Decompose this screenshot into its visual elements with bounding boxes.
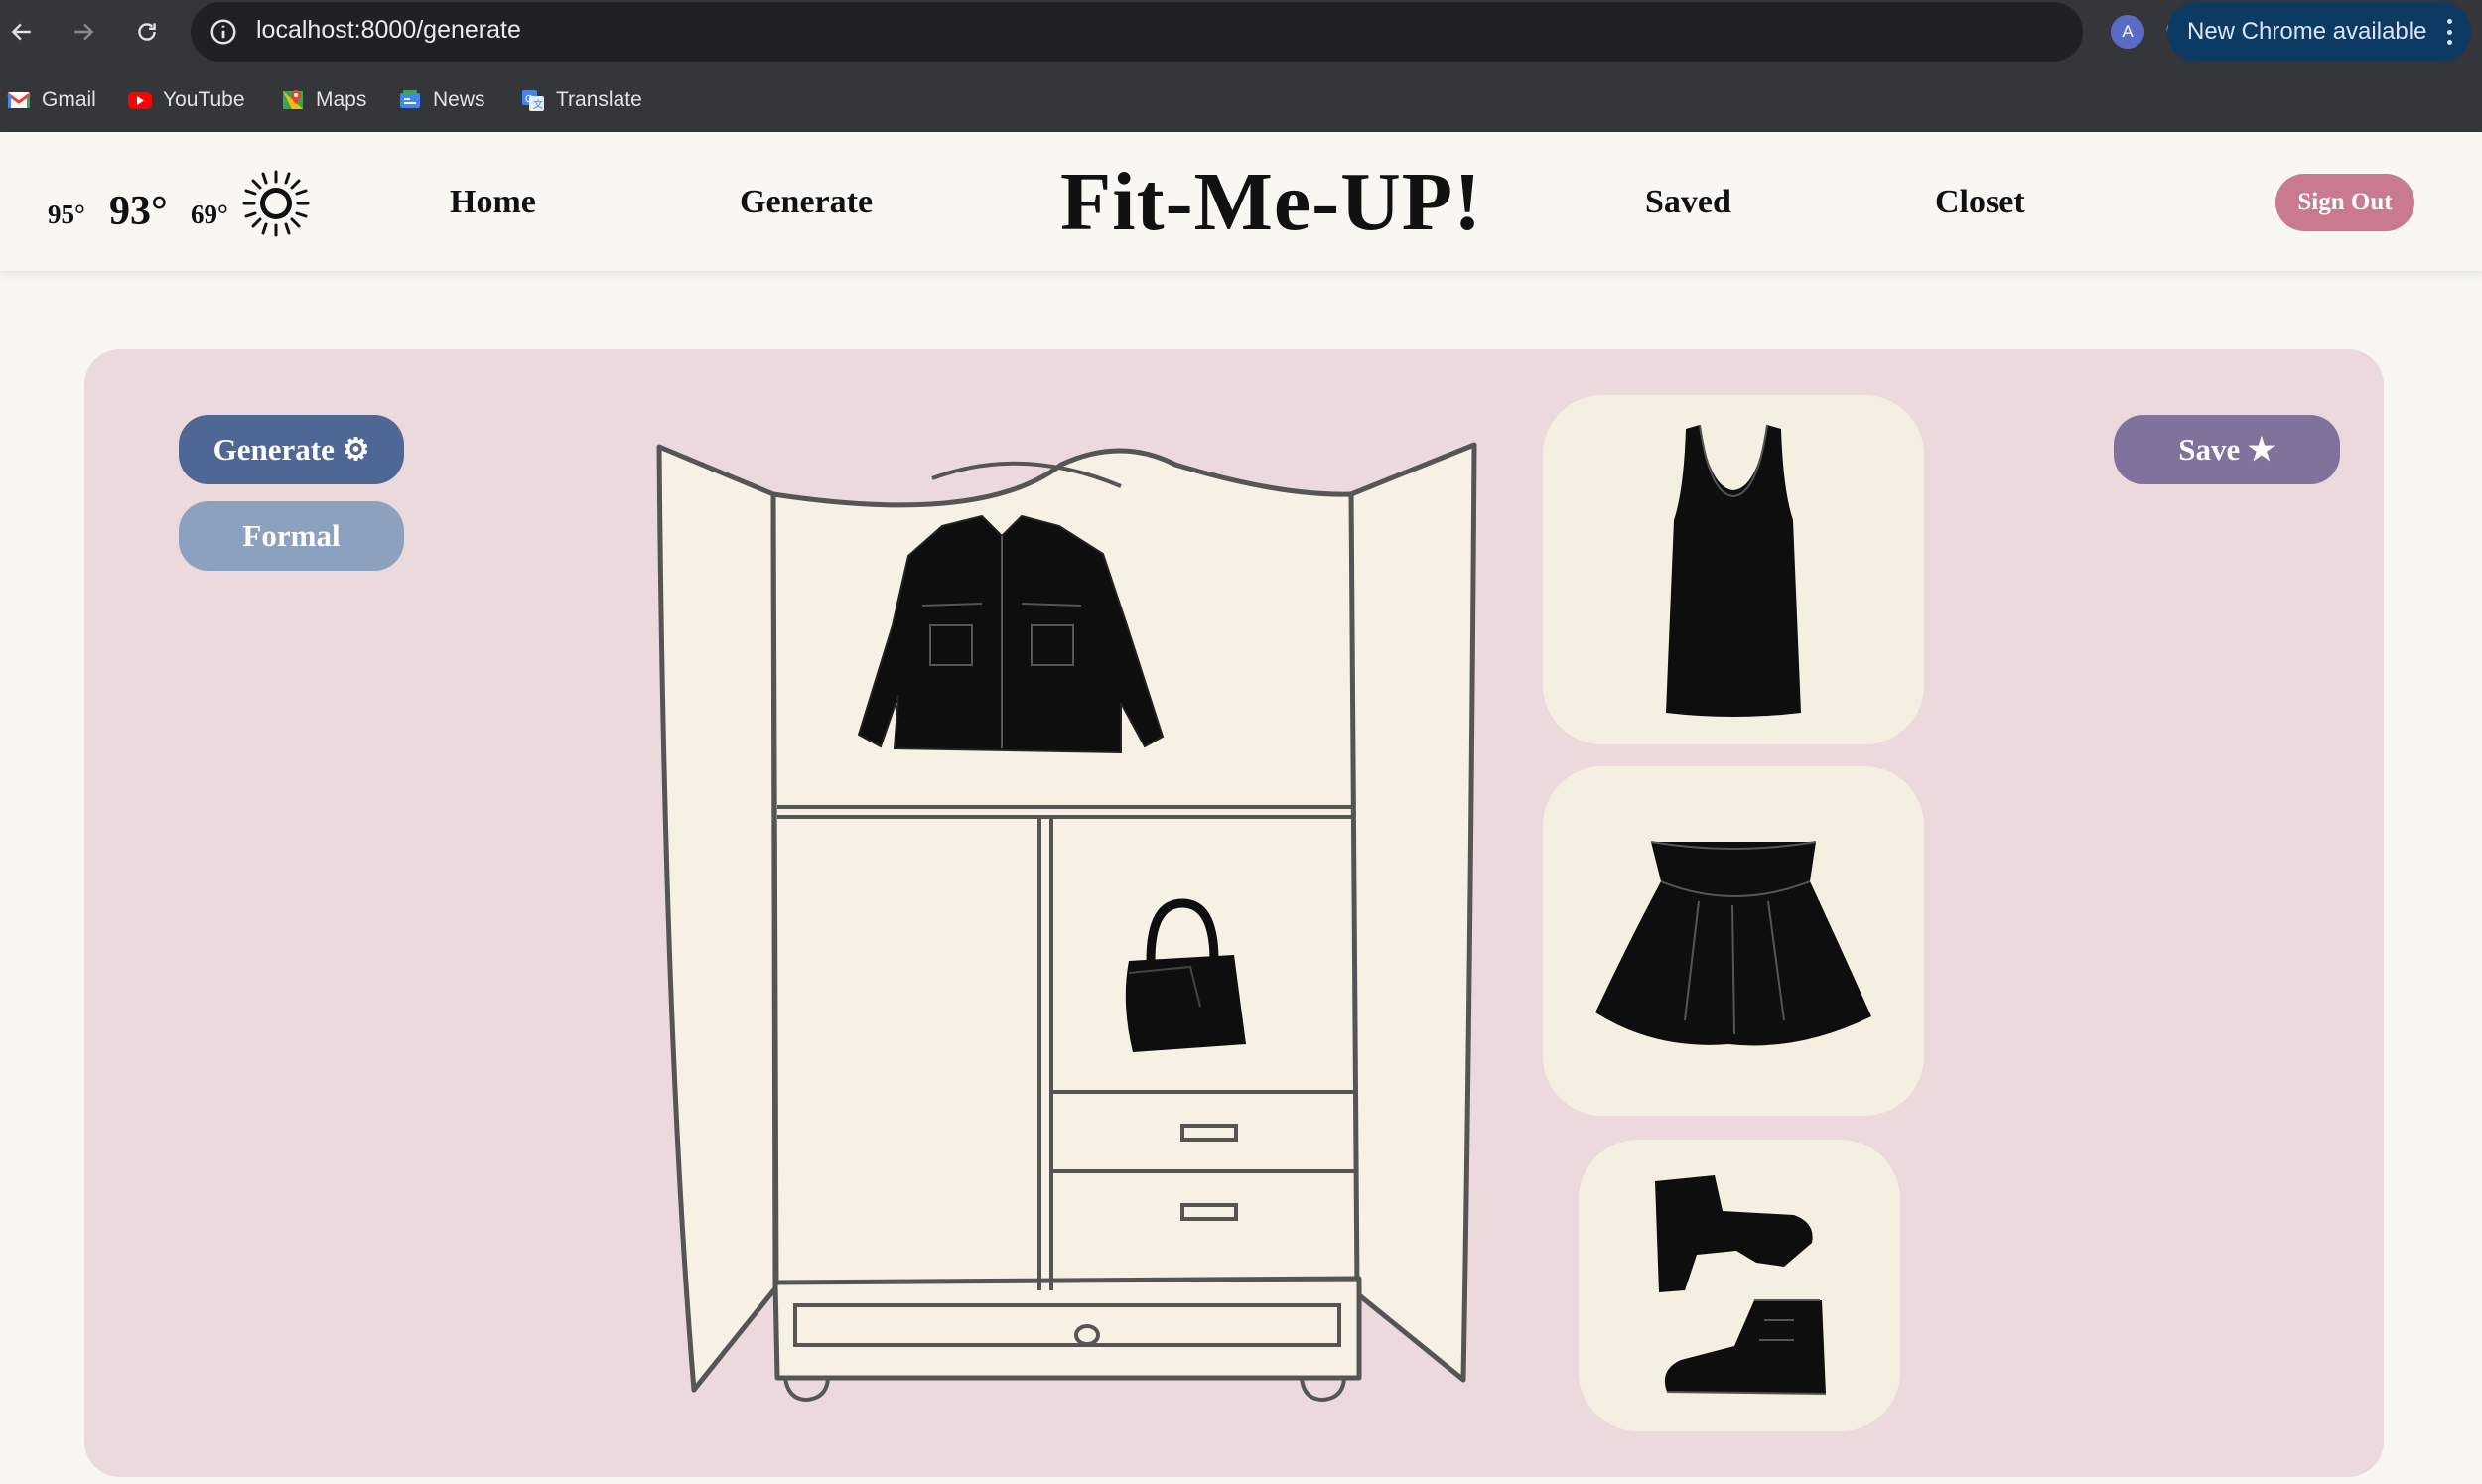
generator-panel: Generate ⚙ Formal Save ★ xyxy=(84,349,2384,1477)
bookmark-news[interactable]: News xyxy=(397,85,485,115)
outfit-card-top[interactable] xyxy=(1543,395,1924,744)
url-text[interactable]: localhost:8000/generate xyxy=(256,16,521,45)
site-info-icon[interactable] xyxy=(208,17,238,47)
weather-current: 93° xyxy=(109,189,168,234)
sign-out-button[interactable]: Sign Out xyxy=(2275,174,2414,231)
reload-button[interactable] xyxy=(129,14,165,50)
browser-chrome: localhost:8000/generate A New Chrome ava… xyxy=(0,0,2482,132)
translate-icon: G文 xyxy=(522,90,544,111)
weather-high: 69° xyxy=(191,200,228,229)
bookmark-label: Maps xyxy=(316,88,367,111)
weather-low: 95° xyxy=(48,200,85,229)
boots-icon xyxy=(1655,1175,1827,1395)
gmail-icon xyxy=(7,92,31,108)
news-icon xyxy=(400,90,420,108)
nav-generate[interactable]: Generate xyxy=(740,184,873,221)
save-button[interactable]: Save ★ xyxy=(2114,415,2340,484)
nav-closet[interactable]: Closet xyxy=(1935,184,2025,221)
bookmark-gmail[interactable]: Gmail xyxy=(6,85,96,115)
youtube-icon xyxy=(128,92,152,109)
skirt-icon xyxy=(1595,841,1871,1046)
update-chrome-button[interactable]: New Chrome available xyxy=(2167,2,2471,62)
address-bar[interactable]: localhost:8000/generate xyxy=(191,2,2244,62)
bookmark-label: Gmail xyxy=(42,88,96,111)
bookmark-label: YouTube xyxy=(163,88,245,111)
back-button[interactable] xyxy=(4,14,40,50)
back-arrow-icon xyxy=(11,23,31,41)
svg-text:文: 文 xyxy=(533,98,543,111)
profile-avatar[interactable]: A xyxy=(2111,15,2144,49)
nav-home[interactable]: Home xyxy=(450,184,536,221)
update-label: New Chrome available xyxy=(2187,18,2427,45)
more-menu-icon[interactable] xyxy=(2447,19,2453,45)
site-header: 95° 93° 69° Home Generate Fit-Me-UP! Sav… xyxy=(0,132,2482,271)
forward-arrow-icon xyxy=(74,23,94,41)
brand-title[interactable]: Fit-Me-UP! xyxy=(1060,154,1482,250)
svg-text:G: G xyxy=(525,94,533,105)
bookmark-label: Translate xyxy=(556,88,642,111)
outfit-card-bottom[interactable] xyxy=(1543,766,1924,1116)
generate-button[interactable]: Generate ⚙ xyxy=(179,415,404,484)
bookmark-youtube[interactable]: YouTube xyxy=(127,85,245,115)
bookmark-translate[interactable]: G文 Translate xyxy=(520,85,642,115)
tank-top-icon xyxy=(1666,424,1801,717)
wardrobe-illustration xyxy=(656,442,1477,1403)
bookmark-label: News xyxy=(433,88,485,111)
maps-icon xyxy=(283,90,303,109)
outfit-card-shoes[interactable] xyxy=(1579,1140,1900,1431)
bookmarks-bar: Gmail YouTube Maps News G文 Translate xyxy=(0,79,2482,119)
bookmark-maps[interactable]: Maps xyxy=(280,85,366,115)
sun-icon xyxy=(242,170,310,237)
forward-button[interactable] xyxy=(66,14,101,50)
reload-icon xyxy=(138,23,156,41)
nav-saved[interactable]: Saved xyxy=(1645,184,1731,221)
formal-style-button[interactable]: Formal xyxy=(179,501,404,571)
browser-toolbar: localhost:8000/generate A New Chrome ava… xyxy=(0,0,2482,64)
